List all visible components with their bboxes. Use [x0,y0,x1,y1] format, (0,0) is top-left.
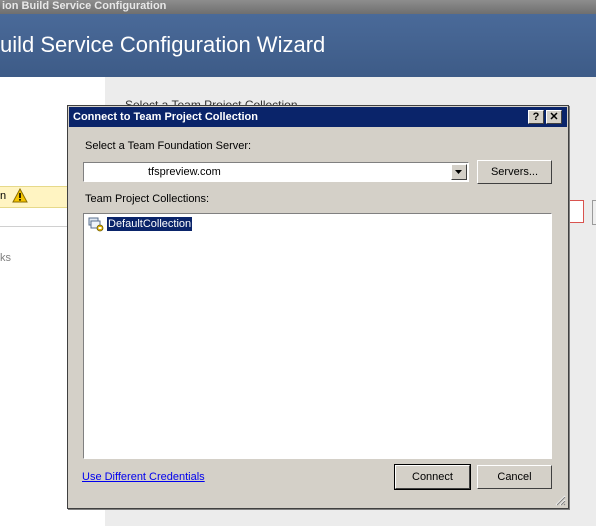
warning-icon [12,187,28,206]
server-value: tfspreview.com [148,166,221,178]
connect-dialog: Connect to Team Project Collection ? ✕ S… [67,105,569,509]
wizard-title-bar: ion Build Service Configuration [0,0,596,14]
servers-button[interactable]: Servers... [477,160,552,184]
dialog-title: Connect to Team Project Collection [73,111,258,123]
collection-field-invalid[interactable] [568,200,584,223]
chevron-down-icon [455,170,462,174]
use-different-credentials-link[interactable]: Use Different Credentials [82,471,205,483]
cancel-button[interactable]: Cancel [477,465,552,489]
dropdown-button[interactable] [451,164,467,180]
resize-grip-icon[interactable] [554,494,566,506]
server-select[interactable]: tfspreview.com [83,162,469,182]
collection-name: DefaultCollection [107,217,193,231]
wizard-header: uild Service Configuration Wizard [0,14,596,77]
wizard-title: uild Service Configuration Wizard [0,32,326,57]
connect-button[interactable]: Connect [394,464,471,490]
close-button[interactable]: ✕ [546,110,562,124]
help-button[interactable]: ? [528,110,544,124]
browse-button[interactable] [592,200,596,225]
wizard-window-title: ion Build Service Configuration [2,0,167,12]
collections-label: Team Project Collections: [85,193,210,205]
team-project-collection-icon [88,216,104,232]
sidebar-item-label: n [0,190,7,202]
server-label: Select a Team Foundation Server: [85,140,252,152]
dialog-title-bar: Connect to Team Project Collection ? ✕ [69,107,567,127]
sidebar-item-label[interactable]: ks [0,252,11,264]
collections-list[interactable]: DefaultCollection [83,213,552,459]
